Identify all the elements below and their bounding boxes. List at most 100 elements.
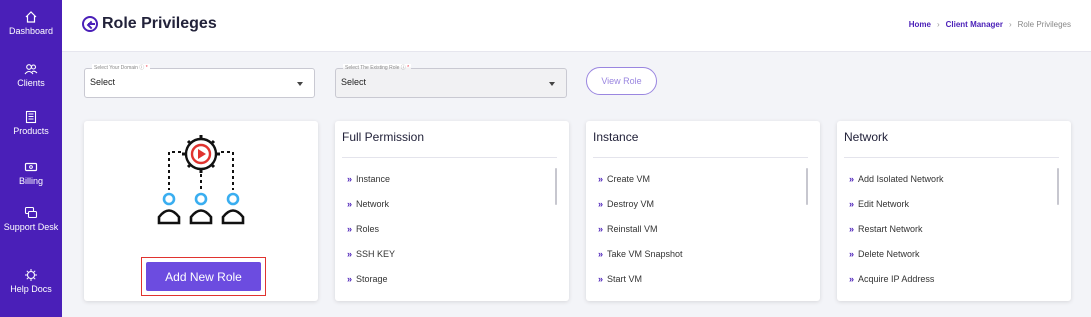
list-item[interactable]: » Storage <box>347 273 395 298</box>
chevron-down-icon <box>297 82 303 86</box>
sidebar-item-label: Help Docs <box>10 284 52 294</box>
list-item[interactable]: » Take VM Snapshot <box>598 248 683 273</box>
sidebar-item-support-desk[interactable]: Support Desk <box>0 206 62 232</box>
list-item-label: Destroy VM <box>607 199 655 209</box>
double-chevron-icon: » <box>849 274 855 284</box>
double-chevron-icon: » <box>598 274 604 284</box>
list-item[interactable]: » SSH KEY <box>347 248 395 273</box>
double-chevron-icon: » <box>849 174 855 184</box>
page-header: Role Privileges Home › Client Manager › Role… <box>62 0 1091 52</box>
breadcrumb: Home › Client Manager › Role Privileges <box>909 20 1071 29</box>
sidebar: Dashboard Clients Products Billing Suppo… <box>0 0 62 317</box>
permission-list: » Instance » Network » Roles » SSH KEY » Stor… <box>347 173 395 298</box>
card-title: Full Permission <box>342 130 425 144</box>
list-item-label: Edit Network <box>858 199 910 209</box>
list-item[interactable]: » Add Isolated Network <box>849 173 944 198</box>
card-title: Instance <box>593 130 639 144</box>
list-item-label: Instance <box>356 174 391 184</box>
double-chevron-icon: » <box>849 199 855 209</box>
list-item-label: Reinstall VM <box>607 224 658 234</box>
breadcrumb-current: Role Privileges <box>1017 20 1071 29</box>
role-select-label-text: Select The Existing Role <box>345 65 400 71</box>
add-new-role-button[interactable]: Add New Role <box>146 262 261 291</box>
sidebar-item-help-docs[interactable]: Help Docs <box>0 268 62 294</box>
domain-select-label: Select Your Domain ⓘ * <box>92 64 150 71</box>
permission-card-network: Network » Add Isolated Network » Edit Netw… <box>837 121 1071 301</box>
role-hierarchy-icon <box>157 135 245 225</box>
sidebar-item-billing[interactable]: Billing <box>0 160 62 186</box>
list-item-label: Take VM Snapshot <box>607 249 683 259</box>
list-item-label: Create VM <box>607 174 651 184</box>
list-item[interactable]: » Reinstall VM <box>598 223 683 248</box>
double-chevron-icon: » <box>347 249 353 259</box>
sidebar-item-clients[interactable]: Clients <box>0 62 62 88</box>
help-icon <box>25 269 37 281</box>
list-item-label: Roles <box>356 224 380 234</box>
double-chevron-icon: » <box>598 174 604 184</box>
domain-select-value: Select <box>90 77 116 87</box>
page-title: Role Privileges <box>102 15 217 32</box>
list-item-label: Acquire IP Address <box>858 274 935 284</box>
breadcrumb-client-manager[interactable]: Client Manager <box>946 20 1003 29</box>
role-select[interactable]: Select The Existing Role ⓘ * Select <box>335 64 567 98</box>
billing-icon <box>24 162 38 172</box>
view-role-button[interactable]: View Role <box>586 67 657 95</box>
home-icon <box>25 11 37 23</box>
sidebar-item-label: Clients <box>17 78 45 88</box>
double-chevron-icon: » <box>347 174 353 184</box>
list-item[interactable]: » Destroy VM <box>598 198 683 223</box>
scrollbar[interactable] <box>1057 168 1059 205</box>
list-item[interactable]: » Restart Network <box>849 223 944 248</box>
sidebar-item-products[interactable]: Products <box>0 110 62 136</box>
list-item[interactable]: » Network <box>347 198 395 223</box>
list-item-label: Start VM <box>607 274 643 284</box>
chevron-down-icon <box>549 82 555 86</box>
add-role-highlight: Add New Role <box>141 257 266 296</box>
list-item[interactable]: » Instance <box>347 173 395 198</box>
sidebar-item-label: Billing <box>18 176 43 186</box>
breadcrumb-separator: › <box>936 20 940 29</box>
list-item[interactable]: » Delete Network <box>849 248 944 273</box>
divider <box>593 157 808 158</box>
permission-list: » Create VM » Destroy VM » Reinstall VM » Ta… <box>598 173 683 298</box>
permission-list: » Add Isolated Network » Edit Network » Res… <box>849 173 944 298</box>
scrollbar[interactable] <box>555 168 557 205</box>
list-item[interactable]: » Start VM <box>598 273 683 298</box>
double-chevron-icon: » <box>849 249 855 259</box>
role-select-value: Select <box>341 77 367 87</box>
list-item-label: Storage <box>356 274 388 284</box>
double-chevron-icon: » <box>347 274 353 284</box>
list-item-label: Delete Network <box>858 249 920 259</box>
breadcrumb-home[interactable]: Home <box>909 20 931 29</box>
back-arrow-icon[interactable] <box>82 16 98 32</box>
card-title: Network <box>844 130 889 144</box>
divider <box>844 157 1059 158</box>
list-item-label: Add Isolated Network <box>858 174 944 184</box>
title-bar: Role Privileges <box>82 15 217 33</box>
double-chevron-icon: » <box>347 224 353 234</box>
breadcrumb-separator: › <box>1008 20 1012 29</box>
sidebar-item-label: Dashboard <box>8 26 54 36</box>
domain-select-label-text: Select Your Domain <box>94 65 138 71</box>
double-chevron-icon: » <box>598 199 604 209</box>
list-item[interactable]: » Roles <box>347 223 395 248</box>
divider <box>342 157 557 158</box>
domain-select[interactable]: Select Your Domain ⓘ * Select <box>84 64 315 98</box>
sidebar-item-label: Products <box>13 126 49 136</box>
list-item[interactable]: » Acquire IP Address <box>849 273 944 298</box>
sidebar-item-label: Support Desk <box>3 222 59 232</box>
list-item-label: SSH KEY <box>356 249 396 259</box>
users-icon <box>24 64 38 75</box>
double-chevron-icon: » <box>598 249 604 259</box>
list-item-label: Network <box>356 199 390 209</box>
sidebar-item-dashboard[interactable]: Dashboard <box>0 10 62 36</box>
permission-card-instance: Instance » Create VM » Destroy VM » Reinsta… <box>586 121 820 301</box>
list-item-label: Restart Network <box>858 224 923 234</box>
scrollbar[interactable] <box>806 168 808 205</box>
products-icon <box>25 110 37 124</box>
list-item[interactable]: » Create VM <box>598 173 683 198</box>
double-chevron-icon: » <box>849 224 855 234</box>
permission-card-full: Full Permission » Instance » Network » Role… <box>335 121 569 301</box>
list-item[interactable]: » Edit Network <box>849 198 944 223</box>
support-icon <box>24 206 38 219</box>
